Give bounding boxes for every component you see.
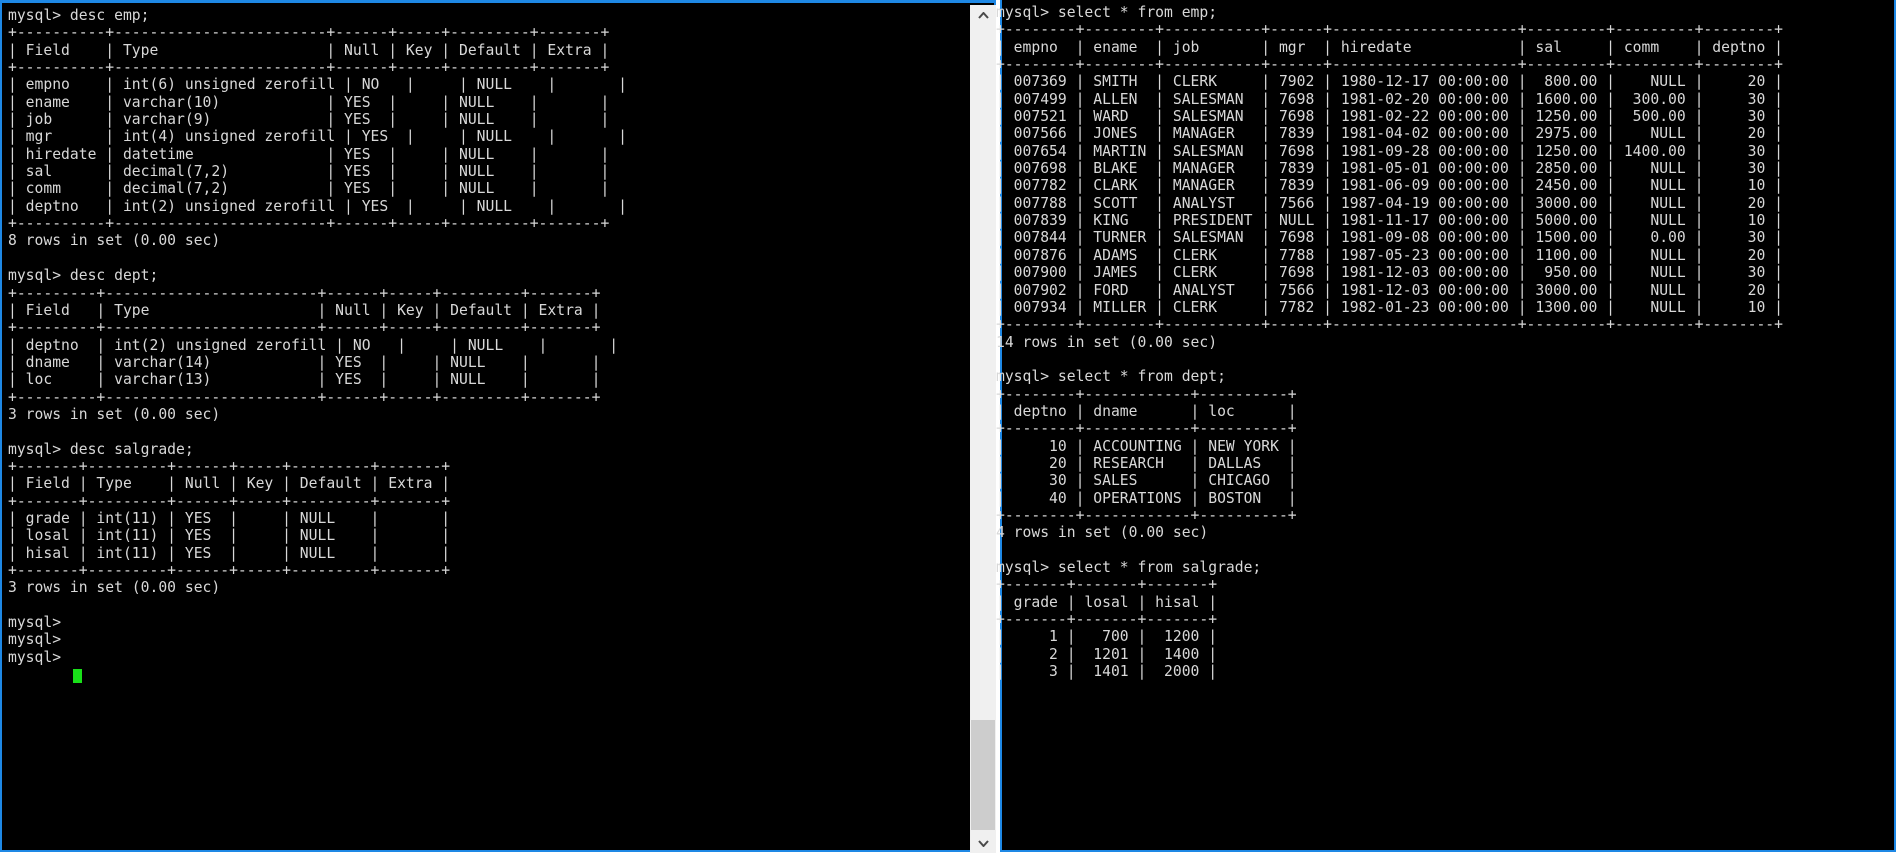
left-console-window[interactable]: mysql> desc emp; +----------+-----------… <box>0 0 996 853</box>
right-terminal-viewport[interactable]: mysql> select * from emp; +--------+----… <box>996 4 1896 848</box>
chevron-up-icon <box>977 11 989 19</box>
right-console-window[interactable]: mysql> select * from emp; +--------+----… <box>996 0 1896 852</box>
chevron-down-icon <box>977 839 989 847</box>
left-terminal-viewport[interactable]: mysql> desc emp; +----------+-----------… <box>8 7 958 847</box>
scrollbar-down-arrow-button[interactable] <box>970 833 996 853</box>
left-vertical-scrollbar[interactable] <box>970 5 996 853</box>
left-terminal-output: mysql> desc emp; +----------+-----------… <box>8 7 627 666</box>
scrollbar-up-arrow-button[interactable] <box>970 5 996 25</box>
screen: mysql> desc emp; +----------+-----------… <box>0 0 1896 853</box>
right-terminal-output: mysql> select * from emp; +--------+----… <box>996 4 1783 681</box>
text-cursor <box>73 669 82 683</box>
scrollbar-track[interactable] <box>970 25 996 833</box>
scrollbar-thumb[interactable] <box>971 720 995 830</box>
